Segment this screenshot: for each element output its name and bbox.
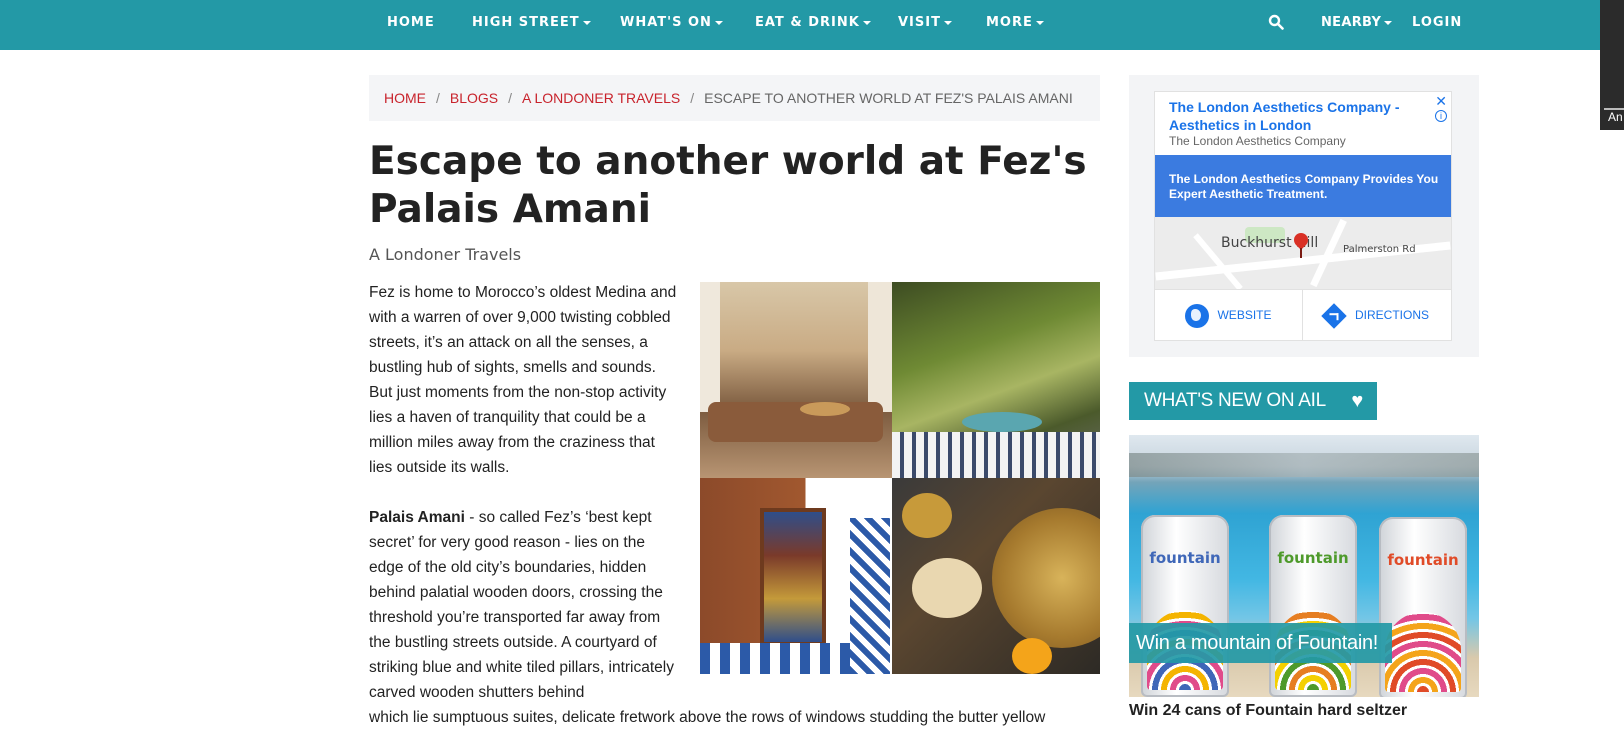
caret-down-icon xyxy=(582,20,591,25)
article-photo-collage xyxy=(700,282,1100,674)
seltzer-can: fountain xyxy=(1379,517,1467,697)
nav-whats-on-label: WHAT'S ON xyxy=(620,15,712,30)
article-paragraph: Fez is home to Morocco’s oldest Medina a… xyxy=(369,284,677,476)
whats-new-banner[interactable]: WHAT'S NEW ON AIL ♥ xyxy=(1129,382,1377,420)
overlay-window-text: An xyxy=(1608,110,1623,124)
caret-down-icon xyxy=(714,20,723,25)
caret-down-icon xyxy=(1035,20,1044,25)
photo-rooftop-lounge xyxy=(700,282,892,478)
ad-map[interactable]: Buckhurst Hill Palmerston Rd xyxy=(1155,217,1451,289)
promo-caption: Win a mountain of Fountain! xyxy=(1129,623,1393,663)
article-subtitle[interactable]: A Londoner Travels xyxy=(369,245,521,264)
article-paragraph: which lie sumptuous suites, delicate fre… xyxy=(369,709,1046,726)
overlay-window-edge: An xyxy=(1600,0,1624,130)
nav-eat-drink-label: EAT & DRINK xyxy=(755,15,860,30)
nav-home[interactable]: HOME xyxy=(387,0,435,46)
search-icon[interactable] xyxy=(1268,14,1284,32)
ad-card: The London Aesthetics Company - Aestheti… xyxy=(1154,91,1452,341)
nav-visit-label: VISIT xyxy=(898,15,941,30)
nav-high-street-label: HIGH STREET xyxy=(472,15,580,30)
nav-eat-drink[interactable]: EAT & DRINK xyxy=(755,0,871,46)
info-icon[interactable]: i xyxy=(1435,110,1447,122)
article-bold-text: Palais Amani xyxy=(369,509,465,526)
page-title: Escape to another world at Fez's Palais … xyxy=(369,139,1087,232)
photo-carved-window xyxy=(700,478,892,674)
nav-login[interactable]: LOGIN xyxy=(1412,0,1462,46)
whats-new-label: WHAT'S NEW ON AIL xyxy=(1144,390,1326,411)
nav-more[interactable]: MORE xyxy=(986,0,1044,46)
seltzer-can: fountain xyxy=(1141,515,1229,697)
map-road-label: Palmerston Rd xyxy=(1343,244,1416,255)
breadcrumb-blogs[interactable]: BLOGS xyxy=(450,90,498,106)
heart-icon: ♥ xyxy=(1351,390,1363,412)
ad-directions-label: DIRECTIONS xyxy=(1354,308,1429,322)
breadcrumb-separator: / xyxy=(508,90,513,106)
nav-nearby[interactable]: NEARBY xyxy=(1321,0,1393,46)
breadcrumb-home[interactable]: HOME xyxy=(384,90,426,106)
caret-down-icon xyxy=(862,20,871,25)
nav-more-label: MORE xyxy=(986,15,1033,30)
ad-website-button[interactable]: WEBSITE xyxy=(1155,290,1303,341)
promo-title-link[interactable]: Win 24 cans of Fountain hard seltzer xyxy=(1129,702,1407,720)
photo-moroccan-food xyxy=(892,478,1100,674)
nav-visit[interactable]: VISIT xyxy=(898,0,952,46)
ad-description[interactable]: The London Aesthetics Company Provides Y… xyxy=(1155,155,1451,217)
sidebar-ad-container: The London Aesthetics Company - Aestheti… xyxy=(1129,75,1479,357)
nav-nearby-label: NEARBY xyxy=(1321,15,1382,30)
photo-garden-courtyard xyxy=(892,282,1100,478)
can-stripes xyxy=(1385,612,1461,692)
directions-icon xyxy=(1321,303,1347,329)
caret-down-icon xyxy=(1384,20,1393,25)
breadcrumb-londoner-travels[interactable]: A LONDONER TRAVELS xyxy=(522,90,680,106)
top-navigation: HOME HIGH STREET WHAT'S ON EAT & DRINK V… xyxy=(0,0,1600,50)
ad-actions: WEBSITE DIRECTIONS xyxy=(1155,289,1451,341)
breadcrumb-separator: / xyxy=(690,90,695,106)
ad-website-label: WEBSITE xyxy=(1217,308,1272,322)
nav-high-street[interactable]: HIGH STREET xyxy=(472,0,591,46)
can-brand-label: fountain xyxy=(1149,549,1221,567)
breadcrumb-current: ESCAPE TO ANOTHER WORLD AT FEZ'S PALAIS … xyxy=(704,90,1073,106)
ad-company: The London Aesthetics Company xyxy=(1169,134,1346,148)
close-icon[interactable]: ✕ xyxy=(1435,93,1447,110)
nav-home-label: HOME xyxy=(387,15,435,30)
nav-whats-on[interactable]: WHAT'S ON xyxy=(620,0,723,46)
promo-image[interactable]: fountain fountain fountain Win a mountai… xyxy=(1129,435,1479,697)
ad-directions-button[interactable]: DIRECTIONS xyxy=(1303,290,1451,341)
promo-background-hills xyxy=(1129,453,1479,477)
breadcrumb-separator: / xyxy=(436,90,440,106)
nav-login-label: LOGIN xyxy=(1412,15,1463,30)
map-pin-stem xyxy=(1300,248,1302,258)
globe-icon xyxy=(1185,303,1210,328)
caret-down-icon xyxy=(943,20,952,25)
can-brand-label: fountain xyxy=(1387,551,1459,569)
ad-title-link[interactable]: The London Aesthetics Company - Aestheti… xyxy=(1169,98,1424,134)
breadcrumb: HOME / BLOGS / A LONDONER TRAVELS / ESCAPE TO … xyxy=(369,75,1100,121)
article-paragraph: Palais Amani - so called Fez’s ‘best kep… xyxy=(369,505,679,705)
can-brand-label: fountain xyxy=(1277,549,1349,567)
seltzer-can: fountain xyxy=(1269,515,1357,697)
article-text: - so called Fez’s ‘best kept secret’ for… xyxy=(369,509,674,701)
